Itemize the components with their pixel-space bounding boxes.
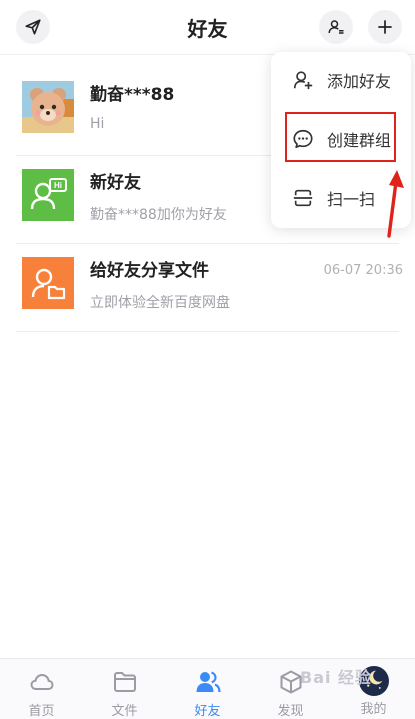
watermark: Bai 经验: [300, 668, 373, 687]
message-preview: 立即体验全新百度网盘: [90, 295, 230, 311]
contacts-icon: [328, 20, 344, 34]
new-friend-icon: Hi: [30, 178, 67, 210]
timestamp: 06-07 20:36: [323, 263, 403, 278]
contact-name: 新好友: [90, 173, 141, 193]
pointer-arrow-icon: [387, 170, 404, 238]
avatar: [22, 81, 74, 133]
share-file-icon: [31, 268, 66, 300]
contact-name: 勤奋***88: [90, 85, 175, 105]
tab-label: 发现: [277, 704, 304, 719]
tab-home[interactable]: 首页: [0, 659, 83, 719]
page-title: 好友: [187, 16, 228, 41]
plus-icon: [378, 20, 392, 34]
paper-plane-icon: [25, 19, 41, 35]
new-friend-tile: Hi: [22, 169, 74, 221]
send-button[interactable]: [16, 10, 50, 44]
tab-files[interactable]: 文件: [83, 659, 166, 719]
add-button[interactable]: [368, 10, 402, 44]
friends-icon: [196, 671, 221, 693]
svg-text:Hi: Hi: [54, 181, 62, 190]
tab-label: 文件: [111, 704, 138, 719]
tab-label: 好友: [194, 704, 221, 719]
folder-icon: [113, 672, 136, 692]
highlight-box: [285, 112, 396, 162]
scan-icon: [293, 189, 313, 207]
tab-friends[interactable]: 好友: [166, 659, 249, 719]
tab-label: 首页: [28, 704, 55, 719]
menu-item-label: 扫一扫: [327, 190, 376, 209]
contact-name: 给好友分享文件: [90, 261, 209, 281]
header: 好友: [0, 0, 415, 54]
row-divider: [16, 331, 399, 332]
cloud-icon: [29, 673, 54, 690]
conversation-row[interactable]: 给好友分享文件 立即体验全新百度网盘 06-07 20:36: [0, 244, 415, 332]
message-preview: 勤奋***88加你为好友: [90, 207, 227, 223]
tab-label: 我的: [360, 702, 387, 717]
add-friend-icon: [293, 71, 313, 90]
menu-item-add-friend[interactable]: 添加好友: [271, 54, 411, 106]
menu-item-label: 添加好友: [327, 72, 392, 91]
message-preview: Hi: [90, 116, 105, 132]
contacts-button[interactable]: [319, 10, 353, 44]
share-file-tile: [22, 257, 74, 309]
